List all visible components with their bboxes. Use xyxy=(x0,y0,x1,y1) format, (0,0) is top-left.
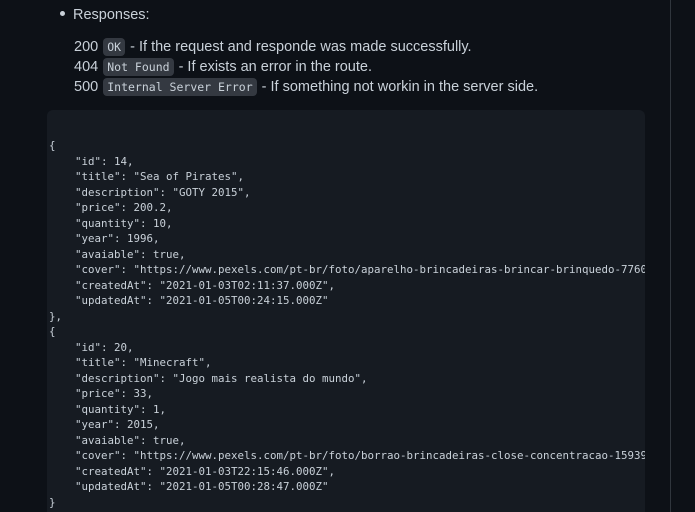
responses-list-item: Responses: xyxy=(60,5,150,25)
code-line: { xyxy=(49,325,56,338)
code-line: "avaiable": true, xyxy=(49,433,186,447)
code-line: "title": "Sea of Pirates", xyxy=(49,170,245,183)
code-line: "cover": "https://www.pexels.com/pt-br/f… xyxy=(49,449,645,462)
code-line: "description": "GOTY 2015", xyxy=(49,185,251,199)
code-line: "quantity": 1, xyxy=(49,402,167,416)
code-line: "updatedAt": "2021-01-05T00:24:15.000Z" xyxy=(49,294,329,307)
code-line: { xyxy=(49,139,56,152)
code-line: "year": 2015, xyxy=(49,418,160,431)
response-description: - If something not workin in the server … xyxy=(261,79,539,95)
code-content: { "id": 14, "title": "Sea of Pirates", "… xyxy=(49,138,645,510)
response-badge: OK xyxy=(103,38,126,56)
code-line: "avaiable": true, xyxy=(49,247,186,261)
bullet-icon xyxy=(60,10,65,16)
response-500: 500 Internal Server Error - If something… xyxy=(74,77,538,97)
code-line: "year": 1996, xyxy=(49,232,160,245)
responses-heading: Responses: xyxy=(73,7,150,23)
response-code: 404 xyxy=(74,59,99,75)
code-line: "updatedAt": "2021-01-05T00:28:47.000Z" xyxy=(49,480,329,493)
code-line: "cover": "https://www.pexels.com/pt-br/f… xyxy=(49,263,645,276)
response-badge: Not Found xyxy=(103,58,174,76)
code-line: } xyxy=(49,495,56,509)
content-border xyxy=(670,0,671,512)
code-line: "id": 20, xyxy=(49,340,134,354)
code-line: "createdAt": "2021-01-03T22:15:46.000Z", xyxy=(49,464,336,478)
code-line: "description": "Jogo mais realista do mu… xyxy=(49,371,368,385)
response-description: - If exists an error in the route. xyxy=(178,59,372,75)
code-line: "title": "Minecraft", xyxy=(49,356,212,369)
code-line: "quantity": 10, xyxy=(49,216,173,230)
code-line: "price": 200.2, xyxy=(49,201,173,214)
response-200: 200 OK - If the request and responde was… xyxy=(74,37,472,57)
response-code: 200 xyxy=(74,39,99,55)
response-badge: Internal Server Error xyxy=(103,78,257,96)
code-block[interactable]: { "id": 14, "title": "Sea of Pirates", "… xyxy=(47,110,645,512)
code-line: "id": 14, xyxy=(49,154,134,168)
response-description: - If the request and responde was made s… xyxy=(130,39,472,55)
response-code: 500 xyxy=(74,79,99,95)
code-line: "price": 33, xyxy=(49,387,154,400)
code-line: "createdAt": "2021-01-03T02:11:37.000Z", xyxy=(49,278,336,292)
code-line: }, xyxy=(49,309,63,323)
response-404: 404 Not Found - If exists an error in th… xyxy=(74,57,372,77)
